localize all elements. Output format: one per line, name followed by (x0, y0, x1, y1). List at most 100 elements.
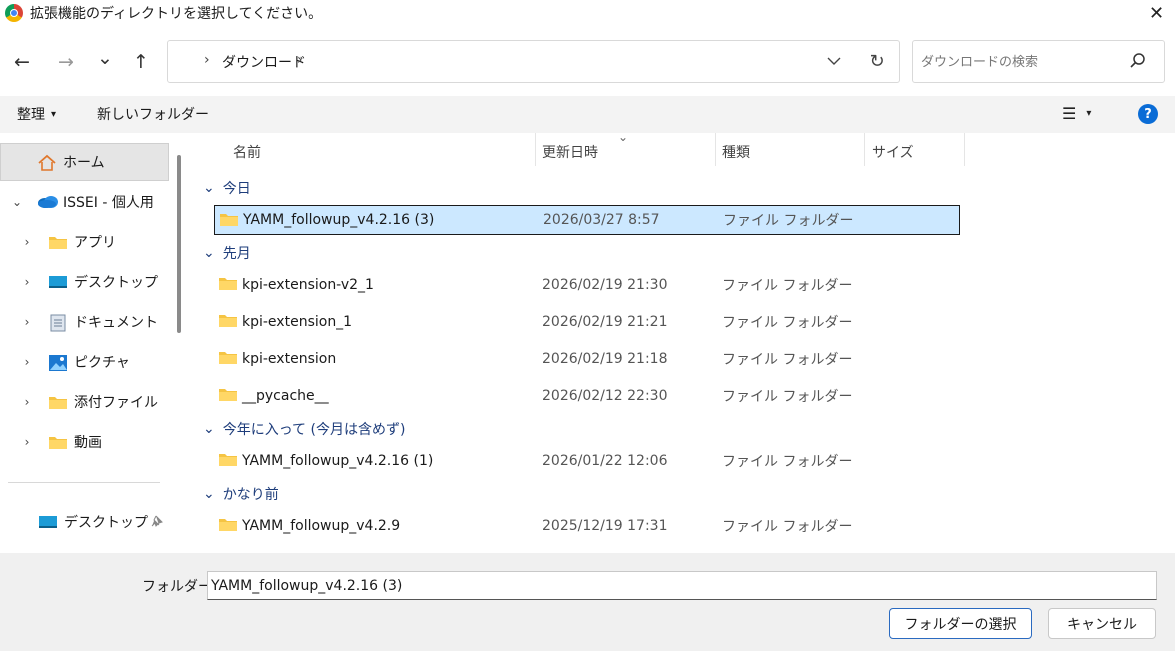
file-date: 2026/02/12 22:30 (542, 388, 668, 404)
chevron-down-icon: ⌄ (203, 421, 215, 437)
file-name: YAMM_followup_v4.2.16 (1) (242, 453, 434, 469)
column-separator[interactable] (864, 133, 865, 166)
breadcrumb-chevron-root[interactable]: › (204, 52, 210, 68)
recent-locations-button[interactable]: ⌄ (91, 46, 119, 70)
group-label: かなり前 (222, 487, 279, 503)
column-header-type[interactable]: 種類 (722, 142, 750, 162)
quick-access-desktop[interactable]: デスクトップ (0, 503, 170, 541)
group-header-today[interactable]: ⌄ 今日 (203, 178, 251, 198)
sidebar-item-label: 動画 (74, 435, 102, 451)
file-type: ファイル フォルダー (722, 315, 853, 331)
sidebar-item-desktop[interactable]: › デスクトップ (0, 263, 170, 301)
column-separator[interactable] (964, 133, 965, 166)
file-row[interactable]: kpi-extension 2026/02/19 21:18 ファイル フォルダ… (214, 344, 960, 374)
desktop-icon (38, 514, 58, 530)
refresh-button[interactable]: ↻ (866, 50, 888, 72)
sidebar-item-videos[interactable]: › 動画 (0, 423, 170, 461)
sidebar-item-label: ISSEI - 個人用 (63, 195, 154, 211)
view-caret-icon: ▾ (1086, 108, 1092, 119)
sidebar-item-onedrive[interactable]: ⌄ ISSEI - 個人用 (0, 183, 170, 221)
search-icon[interactable] (1128, 51, 1148, 71)
file-date: 2026/02/19 21:30 (542, 277, 668, 293)
help-button[interactable]: ? (1138, 104, 1158, 124)
sidebar-item-pictures[interactable]: › ピクチャ (0, 343, 170, 381)
file-name: kpi-extension (242, 351, 337, 367)
pin-icon[interactable] (151, 514, 165, 528)
file-list (190, 133, 1175, 553)
file-row[interactable]: kpi-extension_1 2026/02/19 21:21 ファイル フォ… (214, 307, 960, 337)
file-date: 2026/01/22 12:06 (542, 453, 668, 469)
chevron-right-icon[interactable]: › (19, 235, 35, 249)
forward-button[interactable]: → (52, 50, 80, 74)
breadcrumb-downloads[interactable]: ダウンロード (222, 52, 306, 72)
up-button[interactable]: ↑ (127, 50, 155, 74)
folder-icon (48, 394, 68, 410)
new-folder-button[interactable]: 新しいフォルダー (97, 104, 209, 124)
file-row[interactable]: YAMM_followup_v4.2.16 (1) 2026/01/22 12:… (214, 446, 960, 476)
folder-icon (48, 234, 68, 250)
column-header-size[interactable]: サイズ (872, 142, 914, 162)
file-date: 2026/02/19 21:21 (542, 314, 668, 330)
sort-descending-icon: ⌄ (618, 130, 629, 144)
organize-button[interactable]: 整理 ▾ (17, 104, 56, 124)
sidebar-item-label: ピクチャ (74, 355, 130, 371)
chevron-right-icon[interactable]: › (19, 315, 35, 329)
column-separator[interactable] (535, 133, 536, 166)
folder-icon (218, 452, 238, 468)
breadcrumb-chevron[interactable]: › (297, 52, 303, 68)
group-header-long-ago[interactable]: ⌄ かなり前 (203, 484, 279, 504)
file-name: kpi-extension-v2_1 (242, 277, 374, 293)
file-name: kpi-extension_1 (242, 314, 353, 330)
sidebar-item-label: アプリ (74, 235, 116, 251)
window-title: 拡張機能のディレクトリを選択してください。 (30, 6, 323, 22)
file-type: ファイル フォルダー (723, 213, 854, 229)
folder-field-label: フォルダー: (142, 579, 217, 595)
chevron-right-icon[interactable]: › (19, 355, 35, 369)
sidebar-item-documents[interactable]: › ドキュメント (0, 303, 170, 341)
group-label: 先月 (222, 246, 251, 262)
file-date: 2026/03/27 8:57 (543, 212, 660, 228)
file-type: ファイル フォルダー (722, 389, 853, 405)
sidebar-scrollbar[interactable] (177, 155, 181, 333)
file-row[interactable]: __pycache__ 2026/02/12 22:30 ファイル フォルダー (214, 381, 960, 411)
folder-icon (219, 212, 239, 228)
organize-label: 整理 (17, 107, 45, 123)
file-row[interactable]: YAMM_followup_v4.2.9 2025/12/19 17:31 ファ… (214, 511, 960, 541)
pictures-icon (48, 354, 68, 371)
sidebar-item-apps[interactable]: › アプリ (0, 223, 170, 261)
sidebar-item-attachments[interactable]: › 添付ファイル (0, 383, 170, 421)
chevron-down-icon (827, 57, 841, 65)
file-type: ファイル フォルダー (722, 278, 853, 294)
chevron-right-icon[interactable]: › (19, 395, 35, 409)
view-options-button[interactable]: ☰ ▾ (1062, 104, 1091, 123)
group-header-last-month[interactable]: ⌄ 先月 (203, 243, 251, 263)
search-input[interactable] (921, 51, 1121, 73)
file-type: ファイル フォルダー (722, 352, 853, 368)
file-row[interactable]: kpi-extension-v2_1 2026/02/19 21:30 ファイル… (214, 270, 960, 300)
folder-icon (218, 276, 238, 292)
sidebar-item-label: 添付ファイル (74, 395, 158, 411)
sidebar-divider (8, 482, 160, 483)
select-folder-button[interactable]: フォルダーの選択 (889, 608, 1032, 639)
sidebar-item-label: デスクトップ (64, 515, 148, 531)
file-type: ファイル フォルダー (722, 454, 853, 470)
chevron-down-icon: ⌄ (203, 245, 215, 261)
group-label: 今日 (222, 181, 251, 197)
close-button[interactable]: ✕ (1138, 0, 1175, 26)
sidebar-item-home[interactable]: ホーム (0, 143, 169, 181)
folder-icon (218, 387, 238, 403)
column-separator[interactable] (715, 133, 716, 166)
back-button[interactable]: ← (8, 50, 36, 74)
chevron-right-icon[interactable]: › (19, 275, 35, 289)
group-header-earlier-this-year[interactable]: ⌄ 今年に入って (今月は含めず) (203, 419, 405, 439)
column-header-modified[interactable]: 更新日時 (542, 142, 598, 162)
cancel-button[interactable]: キャンセル (1048, 608, 1156, 639)
chevron-down-icon[interactable]: ⌄ (9, 195, 25, 209)
file-name: __pycache__ (242, 388, 329, 404)
chevron-right-icon[interactable]: › (19, 435, 35, 449)
folder-name-input[interactable] (207, 571, 1157, 600)
file-row[interactable]: YAMM_followup_v4.2.16 (3) 2026/03/27 8:5… (214, 205, 960, 235)
sidebar-item-label: デスクトップ (74, 275, 158, 291)
column-header-name[interactable]: 名前 (233, 142, 261, 162)
address-dropdown-button[interactable] (823, 50, 845, 72)
